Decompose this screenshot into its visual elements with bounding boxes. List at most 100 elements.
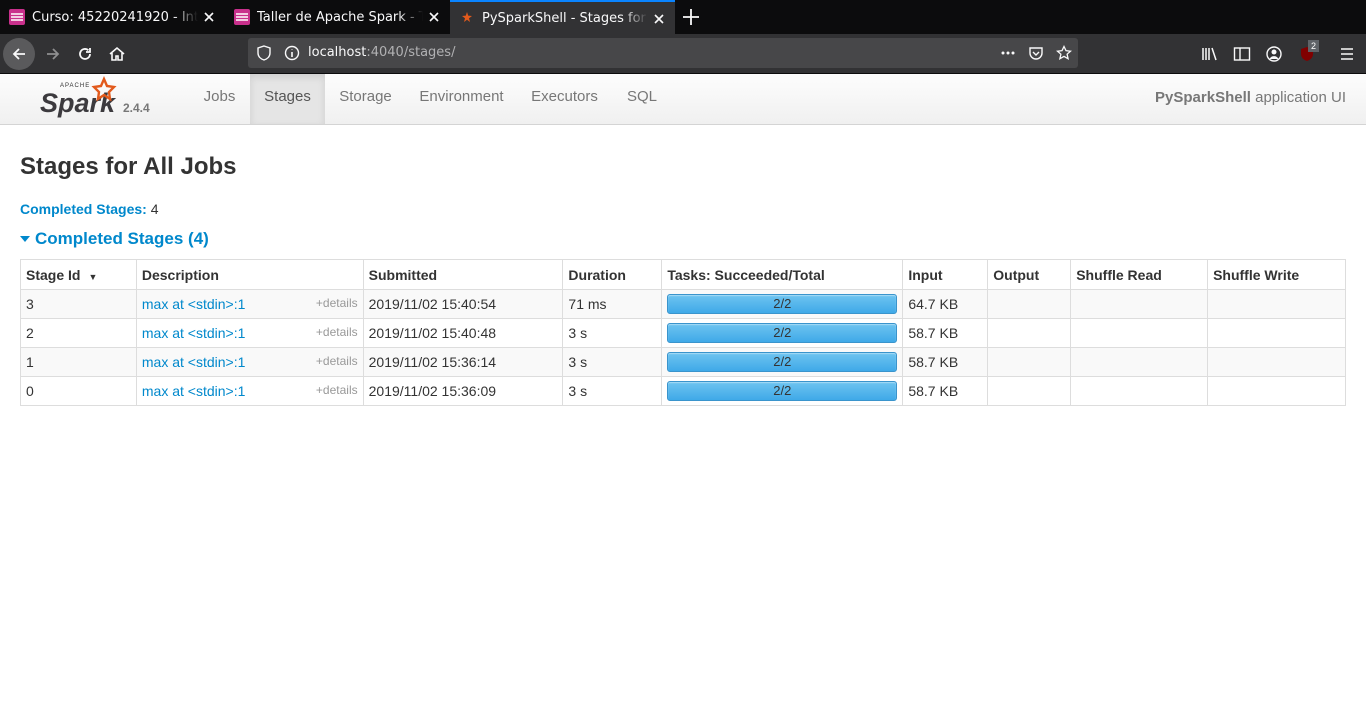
table-row: 1 max at <stdin>:1 +details 2019/11/02 15…	[20, 347, 1346, 377]
sidebar-icon[interactable]	[1233, 46, 1251, 62]
pocket-icon[interactable]	[1028, 45, 1044, 61]
details-toggle[interactable]: +details	[316, 354, 358, 368]
cell-description: max at <stdin>:1 +details	[135, 318, 364, 348]
reload-button[interactable]	[69, 38, 101, 70]
details-toggle[interactable]: +details	[316, 296, 358, 310]
stage-description-link[interactable]: max at <stdin>:1	[142, 354, 246, 370]
nav-stages[interactable]: Stages	[250, 74, 325, 124]
app-name-suffix: application UI	[1250, 89, 1346, 106]
cell-tasks: 2/2	[661, 289, 904, 319]
app-name-bold: PySparkShell	[1155, 89, 1251, 106]
cell-tasks: 2/2	[661, 376, 904, 406]
completed-stages-count: 4	[150, 201, 159, 217]
browser-tab-pysparkshell[interactable]: PySparkShell - Stages for All Jobs	[450, 0, 675, 34]
new-tab-icon[interactable]	[680, 6, 702, 28]
browser-tab-curso[interactable]: Curso: 45220241920 - Introducción a Big …	[0, 0, 225, 34]
header-description[interactable]: Description	[135, 259, 364, 290]
nav-storage[interactable]: Storage	[325, 74, 406, 124]
nav-jobs[interactable]: Jobs	[189, 74, 250, 124]
header-duration[interactable]: Duration	[562, 259, 663, 290]
app-name: PySparkShell application UI	[1155, 89, 1346, 106]
cell-description: max at <stdin>:1 +details	[135, 347, 364, 377]
back-button[interactable]	[3, 38, 35, 70]
url-bar[interactable]: localhost:4040/stages/	[248, 38, 1078, 68]
stage-description-link[interactable]: max at <stdin>:1	[142, 383, 246, 399]
extension-badge: 2	[1308, 40, 1320, 52]
reload-icon	[79, 48, 91, 60]
bookmark-star-icon[interactable]	[1056, 45, 1072, 61]
browser-tab-taller[interactable]: Taller de Apache Spark - Tarea	[225, 0, 450, 34]
ublock-extension-button[interactable]: 2	[1297, 40, 1320, 64]
completed-stages-table: Stage Id ▼ Description Submitted Duration…	[20, 259, 1346, 406]
completed-stages-toggle[interactable]: Completed Stages (4)	[20, 229, 209, 249]
task-progress-bar: 2/2	[667, 294, 898, 314]
cell-description: max at <stdin>:1 +details	[135, 289, 364, 319]
close-tab-icon[interactable]	[201, 9, 217, 25]
header-label: Stage Id	[26, 266, 81, 283]
hamburger-menu-icon[interactable]	[1339, 46, 1355, 62]
home-icon	[109, 46, 125, 61]
details-toggle[interactable]: +details	[316, 383, 358, 397]
cell-shuffle-write	[1207, 376, 1346, 406]
header-input[interactable]: Input	[902, 259, 989, 290]
cell-submitted: 2019/11/02 15:36:09	[362, 376, 564, 406]
spark-logo[interactable]: APACHE Spark	[38, 76, 122, 120]
spark-navbar: APACHE Spark 2.4.4 Jobs Stages Storage E…	[0, 74, 1366, 125]
cell-duration: 3 s	[562, 376, 663, 406]
account-icon[interactable]	[1265, 45, 1283, 63]
browser-toolbar: localhost:4040/stages/ 2	[0, 34, 1366, 74]
task-progress-bar: 2/2	[667, 323, 898, 343]
spark-version: 2.4.4	[123, 101, 150, 115]
forward-arrow-icon	[47, 48, 60, 60]
table-row: 0 max at <stdin>:1 +details 2019/11/02 15…	[20, 376, 1346, 406]
cell-stage-id: 2	[20, 318, 137, 348]
cell-duration: 71 ms	[562, 289, 663, 319]
task-progress-bar: 2/2	[667, 352, 898, 372]
nav-environment[interactable]: Environment	[406, 74, 517, 124]
info-icon[interactable]	[284, 45, 300, 61]
header-shuffle-read[interactable]: Shuffle Read	[1070, 259, 1209, 290]
cell-shuffle-read	[1070, 347, 1209, 377]
table-row: 2 max at <stdin>:1 +details 2019/11/02 15…	[20, 318, 1346, 348]
completed-stages-link[interactable]: Completed Stages:	[20, 201, 147, 217]
cell-input: 64.7 KB	[902, 289, 989, 319]
table-row: 3 max at <stdin>:1 +details 2019/11/02 15…	[20, 289, 1346, 319]
nav-sql[interactable]: SQL	[612, 74, 672, 124]
stage-description-link[interactable]: max at <stdin>:1	[142, 296, 246, 312]
cell-shuffle-read	[1070, 318, 1209, 348]
close-tab-icon[interactable]	[651, 11, 667, 27]
library-icon[interactable]	[1201, 46, 1219, 62]
header-shuffle-write[interactable]: Shuffle Write	[1207, 259, 1346, 290]
section-title: Completed Stages (4)	[35, 229, 209, 248]
header-submitted[interactable]: Submitted	[362, 259, 564, 290]
shield-icon[interactable]	[256, 45, 272, 61]
details-toggle[interactable]: +details	[316, 325, 358, 339]
cell-description: max at <stdin>:1 +details	[135, 376, 364, 406]
table-header-row: Stage Id ▼ Description Submitted Duration…	[20, 259, 1346, 290]
home-button[interactable]	[101, 38, 133, 70]
stage-description-link[interactable]: max at <stdin>:1	[142, 325, 246, 341]
page-actions-icon[interactable]	[1000, 45, 1016, 61]
header-output[interactable]: Output	[987, 259, 1072, 290]
cell-stage-id: 3	[20, 289, 137, 319]
cell-duration: 3 s	[562, 318, 663, 348]
forward-button[interactable]	[37, 38, 69, 70]
cell-shuffle-read	[1070, 289, 1209, 319]
stage-summary: Completed Stages: 4	[20, 201, 159, 217]
header-tasks[interactable]: Tasks: Succeeded/Total	[661, 259, 904, 290]
nav-executors[interactable]: Executors	[517, 74, 612, 124]
cell-input: 58.7 KB	[902, 318, 989, 348]
spark-favicon-icon	[462, 12, 472, 22]
cell-shuffle-write	[1207, 347, 1346, 377]
cell-input: 58.7 KB	[902, 376, 989, 406]
cell-stage-id: 0	[20, 376, 137, 406]
close-tab-icon[interactable]	[426, 9, 442, 25]
cell-shuffle-write	[1207, 318, 1346, 348]
sort-desc-icon: ▼	[88, 271, 98, 282]
url-host: localhost	[308, 45, 367, 60]
browser-tab-strip: Curso: 45220241920 - Introducción a Big …	[0, 0, 1366, 34]
header-stage-id[interactable]: Stage Id ▼	[20, 259, 137, 290]
cell-output	[987, 289, 1072, 319]
url-path: :4040/stages/	[366, 45, 456, 60]
cell-output	[987, 347, 1072, 377]
